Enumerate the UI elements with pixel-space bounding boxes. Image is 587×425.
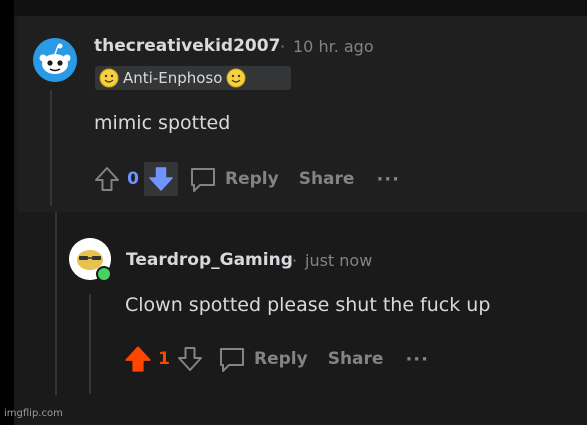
comment-separator: ·	[292, 251, 298, 270]
upvote-arrow-icon	[95, 167, 119, 191]
downvote-arrow-icon	[149, 167, 173, 191]
reply-actions: 1 Reply Share ···	[121, 342, 429, 376]
upvote-arrow-icon	[125, 346, 151, 372]
flair-text: Anti-Enphoso	[123, 69, 223, 87]
comment-separator: ·	[280, 37, 286, 56]
reply-author[interactable]: Teardrop_Gaming	[126, 250, 293, 270]
online-status-indicator	[96, 266, 112, 282]
reply-label: Reply	[254, 349, 308, 369]
upvote-button[interactable]	[121, 342, 155, 376]
reply-button[interactable]: Reply	[188, 165, 279, 193]
downvote-button[interactable]	[144, 162, 178, 196]
watermark: imgflip.com	[4, 408, 63, 419]
downvote-arrow-icon	[178, 347, 202, 371]
reply-bubble-icon	[191, 168, 215, 192]
downvote-button[interactable]	[173, 342, 207, 376]
share-button[interactable]: Share	[299, 169, 355, 189]
reply-label: Reply	[225, 169, 279, 189]
vote-count: 1	[158, 349, 170, 369]
reply-body: Clown spotted please shut the fuck up	[125, 294, 491, 316]
comment-actions: 0 Reply Share ···	[90, 162, 400, 196]
user-flair: Anti-Enphoso	[95, 66, 291, 90]
left-margin	[0, 0, 14, 425]
thread-line[interactable]	[50, 90, 52, 206]
reply-bubble-icon	[220, 348, 244, 372]
more-options-button[interactable]: ···	[376, 169, 400, 190]
thread-line[interactable]	[55, 212, 57, 395]
upvote-button[interactable]	[90, 162, 124, 196]
reply-button[interactable]: Reply	[217, 345, 308, 373]
smiley-emoji-icon	[99, 68, 119, 88]
smiley-emoji-icon	[226, 68, 246, 88]
vote-count: 0	[127, 169, 139, 189]
reddit-snoo-icon	[33, 38, 77, 82]
top-bar	[14, 0, 587, 16]
avatar[interactable]	[33, 38, 77, 82]
comment-timestamp[interactable]: just now	[305, 251, 372, 270]
comment-author[interactable]: thecreativekid2007	[94, 36, 280, 56]
more-options-button[interactable]: ···	[405, 349, 429, 370]
share-button[interactable]: Share	[328, 349, 384, 369]
thread-line[interactable]	[89, 294, 91, 394]
comment-body: mimic spotted	[94, 112, 231, 134]
comment-timestamp[interactable]: 10 hr. ago	[293, 37, 374, 56]
